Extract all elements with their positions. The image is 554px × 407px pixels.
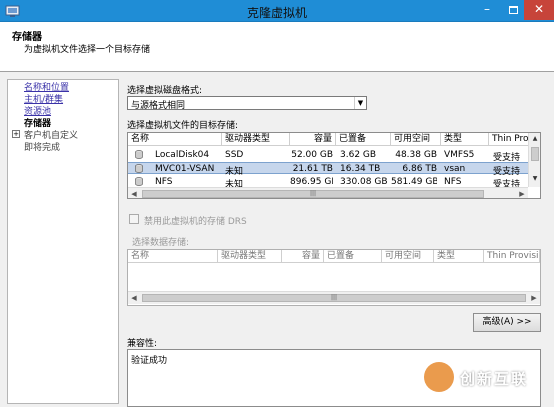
scroll-up-icon[interactable]: ▲ — [529, 133, 540, 145]
horizontal-scrollbar[interactable]: ◀ ||| ▶ — [128, 291, 540, 304]
cell-name: MVC01-VSAN — [155, 164, 215, 174]
select-datastore-label: 选择数据存储: — [132, 238, 190, 248]
column-header-name: 名称 — [128, 250, 218, 263]
watermark-icon — [424, 362, 454, 392]
column-header-free-space: 可用空间 — [382, 250, 434, 263]
vertical-scrollbar[interactable]: ▲ ▼ — [528, 133, 540, 187]
scroll-thumb[interactable] — [531, 147, 539, 161]
column-header-free-space[interactable]: 可用空间 — [391, 133, 441, 146]
disk-format-label: 选择虚拟磁盘格式: — [127, 86, 203, 96]
select-datastore-table: 名称 驱动器类型 容量 已置备 可用空间 类型 Thin Provisioni … — [127, 249, 541, 306]
scroll-left-icon[interactable]: ◀ — [128, 292, 140, 304]
cell-name: NFS — [155, 177, 173, 187]
close-button[interactable]: ✕ — [524, 0, 554, 20]
compatibility-result: 验证成功 — [131, 356, 168, 366]
column-header-provisioned[interactable]: 已置备 — [336, 133, 391, 146]
target-storage-label: 选择虚拟机文件的目标存储: — [127, 121, 239, 131]
disable-drs-checkbox[interactable] — [129, 214, 139, 224]
cell-provisioned: 16.34 TB — [340, 164, 381, 174]
maximize-icon — [508, 5, 518, 14]
target-storage-table: 名称 驱动器类型 容量 已置备 可用空间 类型 Thin Prov LocalD… — [127, 132, 541, 199]
column-header-drive-type[interactable]: 驱动器类型 — [222, 133, 290, 146]
scroll-left-icon[interactable]: ◀ — [128, 188, 140, 198]
disk-format-select[interactable]: 与源格式相同 ▼ — [127, 96, 367, 111]
column-header-type[interactable]: 类型 — [441, 133, 489, 146]
cell-capacity: 896.95 GB — [290, 177, 333, 187]
scroll-down-icon[interactable]: ▼ — [529, 173, 540, 185]
dropdown-arrow-icon[interactable]: ▼ — [354, 97, 366, 109]
advanced-button[interactable]: 高级(A) >> — [473, 313, 541, 332]
minimize-button[interactable]: – — [474, 0, 500, 20]
scroll-thumb[interactable]: ||| — [142, 294, 526, 302]
cell-capacity: 21.61 TB — [292, 164, 333, 174]
column-header-thin-provisioning: Thin Provisioni — [484, 250, 540, 263]
column-header-provisioned: 已置备 — [324, 250, 382, 263]
disk-format-value: 与源格式相同 — [131, 101, 186, 111]
datastore-icon — [135, 164, 143, 173]
cell-free: 48.38 GB — [395, 150, 437, 160]
column-header-capacity: 容量 — [282, 250, 324, 263]
watermark-text: 创新互联 — [460, 370, 529, 388]
table-row-selected[interactable]: MVC01-VSAN 未知 21.61 TB 16.34 TB 6.86 TB … — [128, 162, 528, 177]
column-header-thin-provisioning[interactable]: Thin Prov — [489, 133, 529, 146]
scroll-thumb[interactable]: ||| — [142, 190, 484, 198]
expand-icon[interactable]: + — [12, 130, 20, 138]
datastore-icon — [135, 150, 143, 159]
minimize-icon: – — [484, 2, 490, 16]
close-icon: ✕ — [533, 2, 545, 16]
horizontal-scrollbar[interactable]: ◀ ||| ▶ — [128, 187, 528, 198]
step-title: 存储器 — [12, 32, 42, 43]
maximize-button[interactable] — [500, 0, 526, 20]
cell-capacity: 52.00 GB — [291, 150, 333, 160]
column-header-capacity[interactable]: 容量 — [290, 133, 336, 146]
scroll-right-icon[interactable]: ▶ — [516, 188, 528, 198]
window-title: 克隆虚拟机 — [246, 6, 307, 20]
cell-type: vsan — [444, 164, 466, 174]
column-header-drive-type: 驱动器类型 — [218, 250, 282, 263]
step-subtitle: 为虚拟机文件选择一个目标存储 — [24, 45, 151, 55]
column-header-name[interactable]: 名称 — [128, 133, 222, 146]
cell-free: 581.49 GB — [391, 177, 437, 187]
scroll-right-icon[interactable]: ▶ — [528, 292, 540, 304]
cell-free: 6.86 TB — [402, 164, 437, 174]
cell-type: VMFS5 — [444, 150, 475, 160]
cell-drive: SSD — [225, 150, 244, 160]
wizard-header: 存储器 为虚拟机文件选择一个目标存储 — [0, 22, 554, 72]
compatibility-label: 兼容性: — [127, 339, 158, 349]
datastore-icon — [135, 177, 143, 186]
title-bar: 克隆虚拟机 – ✕ — [0, 0, 554, 22]
cell-provisioned: 330.08 GB — [340, 177, 388, 187]
cell-provisioned: 3.62 GB — [340, 150, 377, 160]
disable-drs-label: 禁用此虚拟机的存储 DRS — [144, 217, 247, 227]
column-header-type: 类型 — [434, 250, 484, 263]
wizard-steps-nav: 名称和位置 主机/群集 资源池 存储器 + 客户机自定义 即将完成 — [7, 79, 119, 404]
watermark-logo: 创新互联 — [424, 360, 554, 400]
table-row[interactable]: LocalDisk04 SSD 52.00 GB 3.62 GB 48.38 G… — [128, 149, 528, 163]
nav-item-ready-to-complete: 即将完成 — [24, 143, 61, 153]
cell-type: NFS — [444, 177, 462, 187]
cell-name: LocalDisk04 — [155, 150, 210, 160]
